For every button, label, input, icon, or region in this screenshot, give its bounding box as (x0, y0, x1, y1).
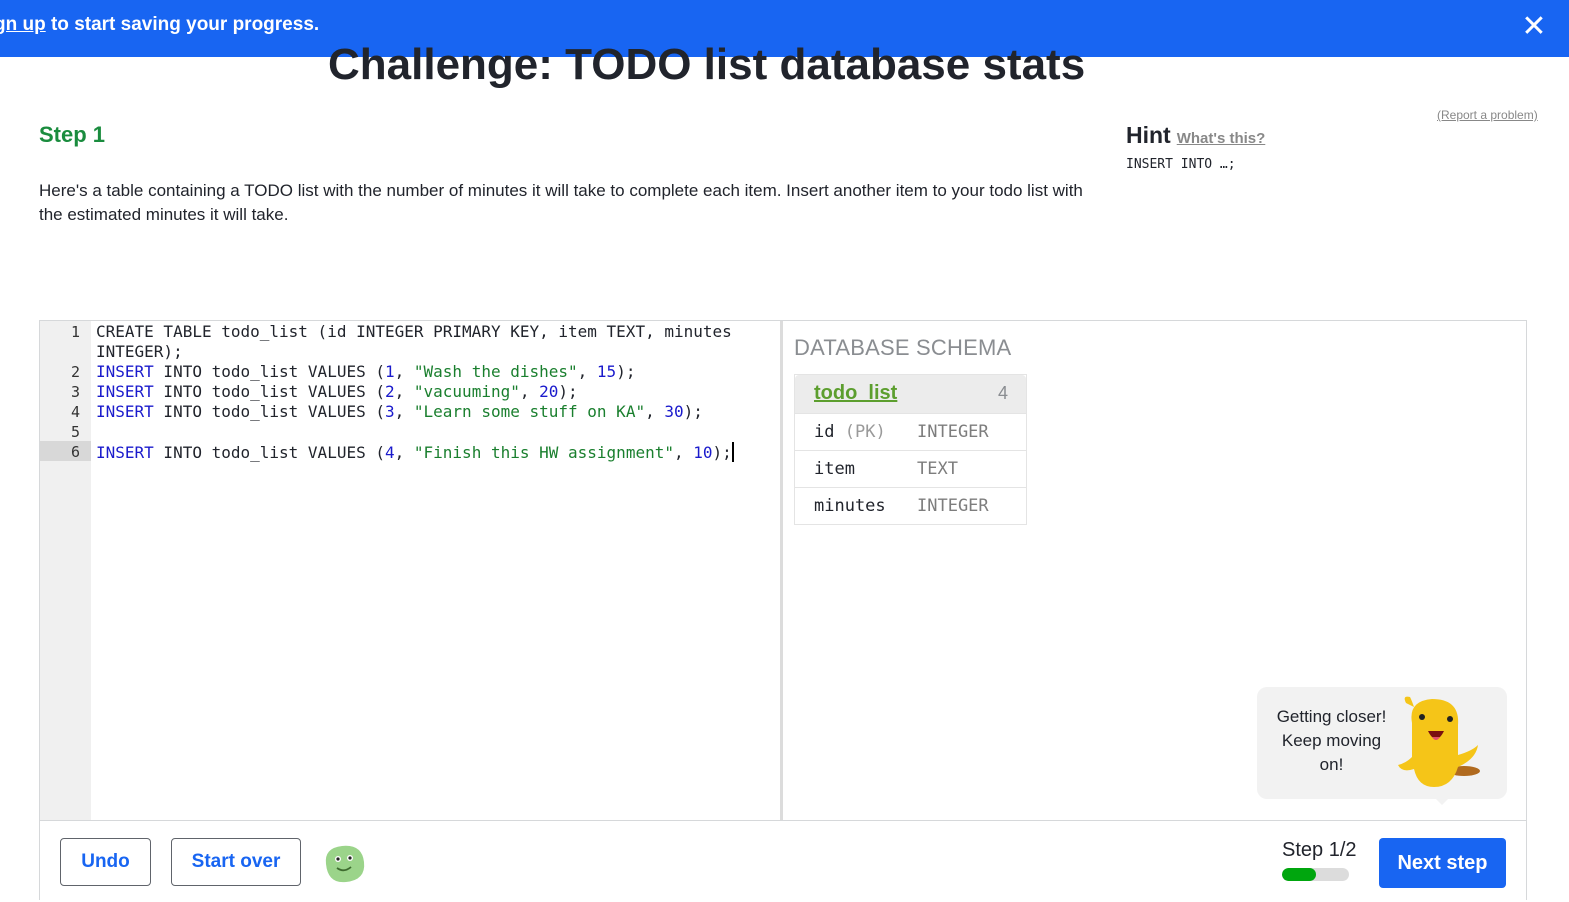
code-line[interactable]: INSERT INTO todo_list VALUES (2, "vacuum… (96, 382, 578, 401)
line-number: 1 (70, 323, 80, 341)
feedback-message: Getting closer! Keep moving on! (1269, 705, 1394, 777)
whats-this-link[interactable]: What's this? (1177, 130, 1266, 147)
line-number: 2 (70, 363, 80, 381)
code-line[interactable]: INTEGER); (96, 342, 183, 361)
progress-fill (1282, 868, 1316, 881)
hint-title: Hint (1126, 122, 1171, 148)
line-number: 4 (70, 403, 80, 421)
workspace: 1 2 3 4 5 6 CREATE TABLE todo_list (id I… (39, 320, 1527, 902)
feedback-line: Getting closer! (1276, 707, 1387, 726)
report-problem-link[interactable]: (Report a problem) (1437, 108, 1538, 122)
code-line[interactable]: INSERT INTO todo_list VALUES (1, "Wash t… (96, 362, 635, 381)
banner-message: gn up to start saving your progress. (0, 14, 319, 36)
schema-table-name[interactable]: todo_list (814, 382, 897, 405)
feedback-line: on! (1319, 755, 1344, 774)
text-cursor (731, 442, 734, 462)
feedback-line: Keep moving (1281, 731, 1382, 750)
column-name: minutes (814, 496, 886, 516)
banner-text: to start saving your progress. (45, 14, 320, 35)
schema-column-row: item TEXT (795, 450, 1026, 487)
schema-heading: DATABASE SCHEMA (794, 335, 1012, 360)
undo-button[interactable]: Undo (60, 838, 151, 886)
schema-column-row: minutes INTEGER (795, 487, 1026, 524)
schema-row-count: 4 (997, 383, 1008, 403)
line-number-gutter: 1 2 3 4 5 6 (40, 321, 91, 821)
pane-divider[interactable] (780, 321, 783, 821)
code-line[interactable]: INSERT INTO todo_list VALUES (4, "Finish… (96, 442, 734, 462)
column-type: TEXT (917, 459, 958, 479)
step-description: Here's a table containing a TODO list wi… (39, 181, 1083, 224)
column-type: INTEGER (917, 496, 989, 516)
column-name: id (PK) (814, 422, 886, 442)
close-icon[interactable]: ✕ (1519, 12, 1549, 42)
start-over-button[interactable]: Start over (171, 838, 301, 886)
hint-code: INSERT INTO …; (1126, 157, 1236, 172)
step-title: Step 1 (39, 122, 106, 147)
bubble-tail (1430, 793, 1454, 805)
sql-code-editor[interactable]: CREATE TABLE todo_list (id INTEGER PRIMA… (91, 321, 780, 821)
line-number: 5 (70, 423, 80, 441)
schema-table-header: todo_list 4 (795, 375, 1026, 413)
column-type: INTEGER (917, 422, 989, 442)
hint-heading: Hint What's this? (1126, 122, 1265, 149)
schema-table-card: todo_list 4 id (PK) INTEGER item TEXT mi… (794, 374, 1027, 525)
step-progress-bar (1282, 868, 1349, 881)
feedback-bubble: Getting closer! Keep moving on! (1257, 687, 1507, 805)
page-title: Challenge: TODO list database stats (328, 40, 1086, 89)
code-line[interactable]: CREATE TABLE todo_list (id INTEGER PRIMA… (96, 322, 732, 341)
yellow-monster-mascot-icon (1398, 696, 1480, 787)
primary-key-tag: (PK) (844, 422, 886, 442)
column-name: item (814, 459, 855, 479)
next-step-button[interactable]: Next step (1379, 838, 1506, 888)
code-line[interactable]: INSERT INTO todo_list VALUES (3, "Learn … (96, 402, 703, 421)
signup-link[interactable]: gn up (0, 14, 46, 35)
step-counter: Step 1/2 (1282, 839, 1357, 861)
schema-column-row: id (PK) INTEGER (795, 413, 1026, 450)
green-blob-avatar-icon (325, 845, 365, 883)
line-number: 6 (70, 443, 80, 461)
line-number: 3 (70, 383, 80, 401)
footer-bar: Undo Start over Step 1/2 Next step (40, 820, 1526, 902)
